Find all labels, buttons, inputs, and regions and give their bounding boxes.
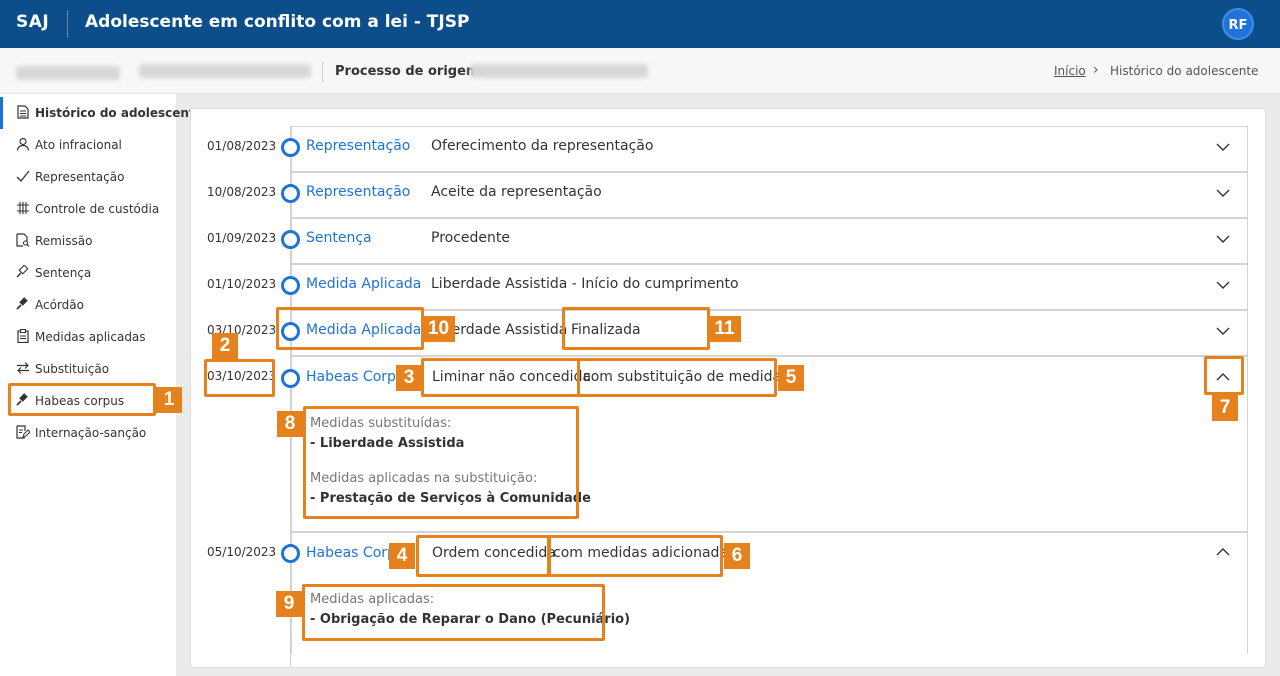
user-avatar[interactable]: RF bbox=[1222, 8, 1254, 40]
callout-box bbox=[577, 358, 777, 397]
event-description: Aceite da representação bbox=[431, 184, 602, 200]
sidebar-item-label: Substituição bbox=[35, 362, 110, 376]
app-title: Adolescente em conflito com a lei - TJSP bbox=[85, 12, 470, 32]
hash-grid-icon bbox=[16, 201, 30, 215]
event-type-link[interactable]: Medida Aplicada bbox=[306, 276, 421, 292]
chevron-up-icon[interactable] bbox=[1213, 542, 1233, 562]
sidebar-item-internacao-sancao[interactable]: Internação-sanção bbox=[0, 417, 176, 449]
gavel-filled-icon bbox=[16, 297, 30, 311]
callout-box bbox=[562, 307, 710, 350]
sidebar-item-historico[interactable]: Histórico do adolescente bbox=[0, 97, 203, 129]
chevron-down-icon[interactable] bbox=[1213, 183, 1233, 203]
sidebar-item-label: Medidas aplicadas bbox=[35, 330, 146, 344]
sidebar-item-label: Controle de custódia bbox=[35, 202, 160, 216]
callout-badge: 9 bbox=[276, 591, 302, 617]
redacted-process-number bbox=[139, 64, 311, 78]
breadcrumb-current: Histórico do adolescente bbox=[1110, 64, 1259, 78]
sidebar-item-label: Remissão bbox=[35, 234, 93, 248]
sidebar-item-medidas-aplicadas[interactable]: Medidas aplicadas bbox=[0, 321, 176, 353]
callout-box bbox=[302, 584, 605, 641]
document-search-icon bbox=[16, 233, 30, 247]
callout-badge: 5 bbox=[778, 365, 804, 391]
sidebar-item-label: Ato infracional bbox=[35, 138, 122, 152]
clipboard-icon bbox=[16, 329, 30, 344]
document-icon bbox=[16, 105, 30, 119]
event-date: 10/08/2023 bbox=[207, 185, 277, 199]
sidebar-item-remissao[interactable]: Remissão bbox=[0, 225, 176, 257]
timeline-dot-icon bbox=[281, 369, 300, 388]
timeline-dot-icon bbox=[281, 230, 300, 249]
callout-box bbox=[416, 535, 551, 577]
timeline-dot-icon bbox=[281, 276, 300, 295]
chevron-down-icon[interactable] bbox=[1213, 229, 1233, 249]
callout-badge: 6 bbox=[724, 543, 750, 569]
breadcrumb-chevron-icon: › bbox=[1093, 62, 1099, 78]
sidebar-item-sentenca[interactable]: Sentença bbox=[0, 257, 176, 289]
event-type-link[interactable]: Representação bbox=[306, 138, 410, 154]
sidebar-item-label: Acórdão bbox=[35, 298, 84, 312]
callout-badge: 11 bbox=[708, 316, 741, 342]
chevron-down-icon[interactable] bbox=[1213, 321, 1233, 341]
event-date: 01/09/2023 bbox=[207, 231, 277, 245]
event-description: Oferecimento da representação bbox=[431, 138, 654, 154]
process-info-bar: Processo de origem: Início › Histórico d… bbox=[0, 48, 1280, 94]
timeline-dot-icon bbox=[281, 138, 300, 157]
timeline-dot-icon bbox=[281, 544, 300, 563]
sidebar-item-ato-infracional[interactable]: Ato infracional bbox=[0, 129, 176, 161]
sidebar-item-acordao[interactable]: Acórdão bbox=[0, 289, 176, 321]
top-bar: SAJ Adolescente em conflito com a lei - … bbox=[0, 0, 1280, 48]
check-icon bbox=[16, 169, 30, 183]
callout-badge: 8 bbox=[277, 411, 303, 437]
event-description: Liberdade Assistida - Início do cumprime… bbox=[431, 276, 739, 292]
event-type-link[interactable]: Representação bbox=[306, 184, 410, 200]
swap-arrows-icon bbox=[16, 361, 30, 375]
sidebar-item-label: Sentença bbox=[35, 266, 92, 280]
origin-process-label: Processo de origem: bbox=[335, 64, 485, 79]
callout-badge: 7 bbox=[1212, 395, 1238, 421]
event-date: 01/08/2023 bbox=[207, 139, 277, 153]
callout-badge: 10 bbox=[422, 316, 455, 342]
callout-box bbox=[1204, 356, 1244, 395]
callout-box bbox=[547, 535, 723, 577]
sidebar-item-controle-custodia[interactable]: Controle de custódia bbox=[0, 193, 176, 225]
event-date: 05/10/2023 bbox=[207, 545, 277, 559]
callout-box bbox=[303, 406, 579, 519]
callout-box bbox=[421, 358, 580, 397]
event-type-link[interactable]: Sentença bbox=[306, 230, 372, 246]
breadcrumb-home-link[interactable]: Início bbox=[1054, 64, 1086, 78]
gavel-icon bbox=[16, 264, 30, 279]
redacted-field bbox=[16, 66, 120, 80]
sidebar-item-label: Histórico do adolescente bbox=[35, 106, 203, 120]
callout-badge: 4 bbox=[389, 543, 415, 569]
sidebar-item-substituicao[interactable]: Substituição bbox=[0, 353, 176, 385]
chevron-down-icon[interactable] bbox=[1213, 275, 1233, 295]
callout-box bbox=[204, 359, 275, 397]
person-icon bbox=[16, 137, 30, 151]
sidebar-item-label: Representação bbox=[35, 170, 125, 184]
brand-logo[interactable]: SAJ bbox=[16, 12, 49, 32]
callout-box bbox=[8, 383, 156, 416]
callout-badge: 3 bbox=[396, 365, 422, 391]
callout-badge: 1 bbox=[156, 387, 182, 413]
header-divider bbox=[67, 10, 68, 38]
chevron-down-icon[interactable] bbox=[1213, 137, 1233, 157]
callout-badge: 2 bbox=[212, 333, 238, 359]
timeline-dot-icon bbox=[281, 184, 300, 203]
document-edit-icon bbox=[16, 425, 31, 439]
sidebar-item-label: Internação-sanção bbox=[35, 426, 147, 440]
sidebar-item-representacao[interactable]: Representação bbox=[0, 161, 176, 193]
subbar-divider bbox=[322, 62, 323, 82]
event-date: 01/10/2023 bbox=[207, 277, 277, 291]
redacted-origin-number bbox=[470, 64, 648, 78]
callout-box bbox=[276, 307, 424, 350]
event-description: Procedente bbox=[431, 230, 510, 246]
